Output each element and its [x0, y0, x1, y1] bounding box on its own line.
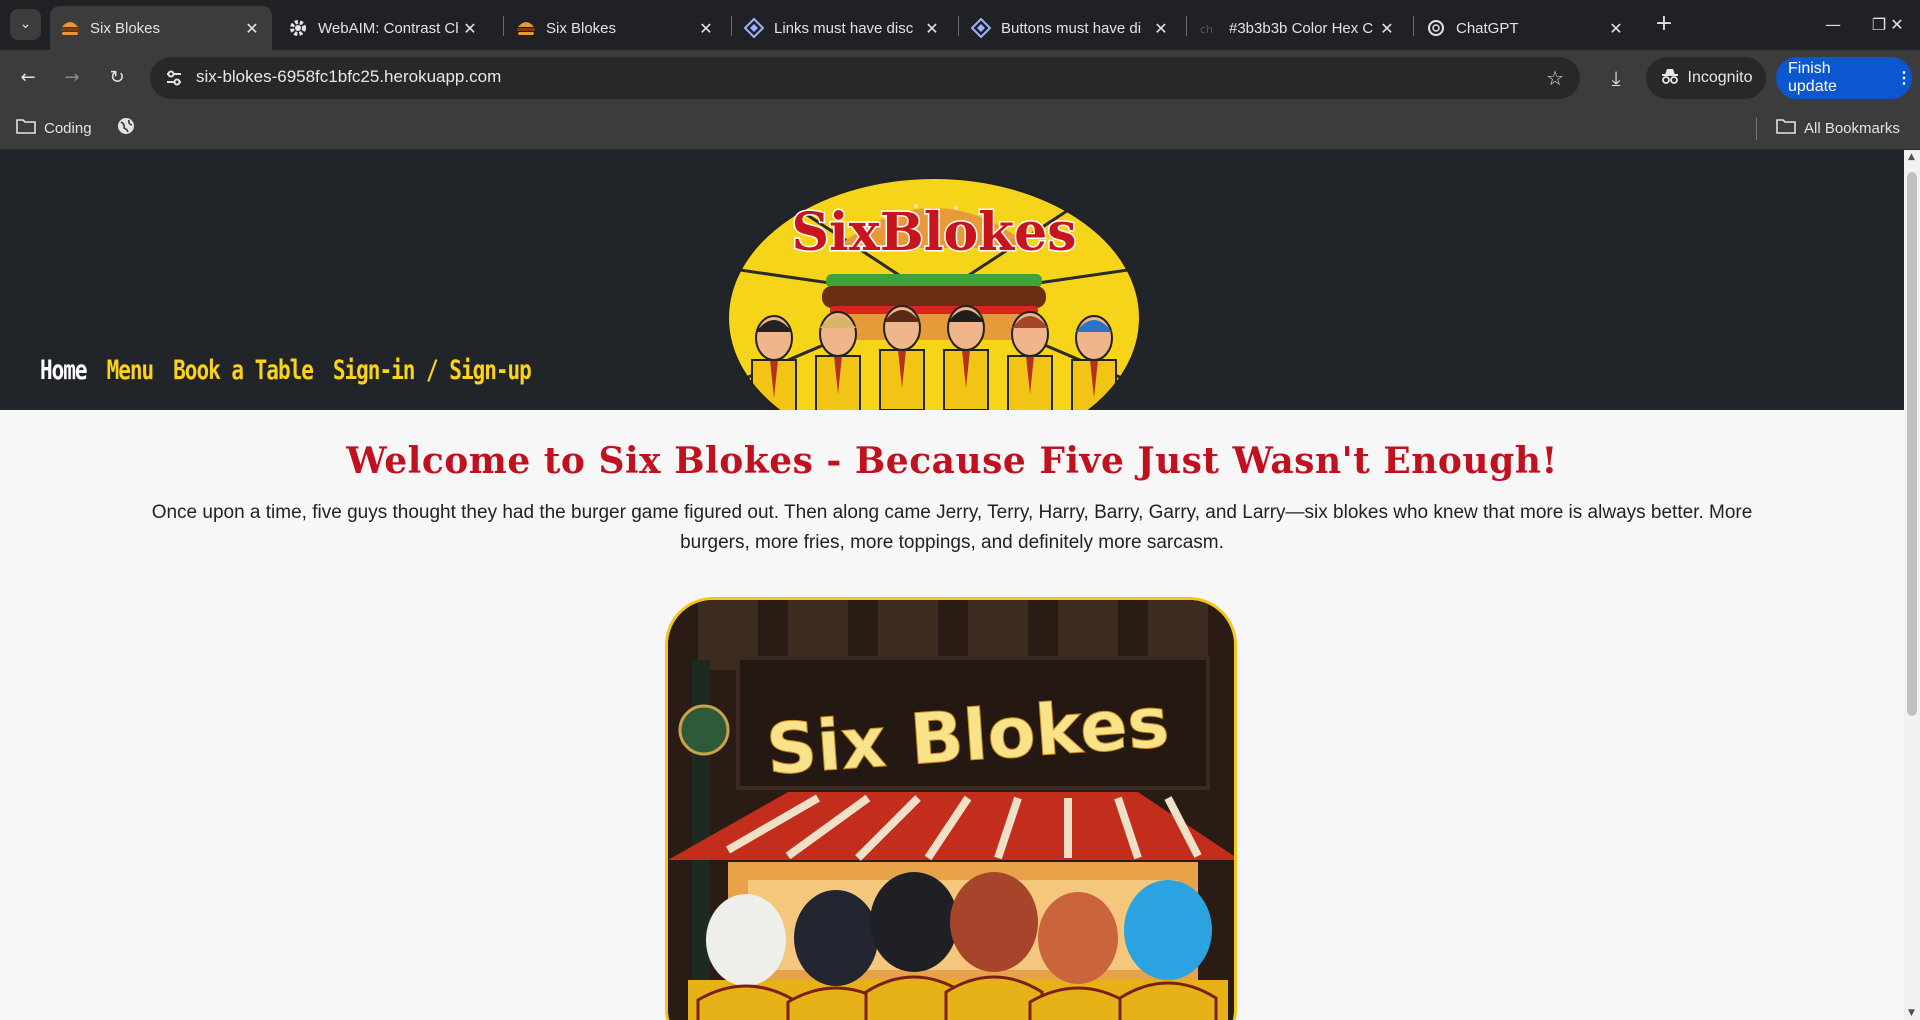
bookmark-star-icon[interactable]: ☆ [1546, 66, 1564, 90]
forward-button[interactable]: → [58, 64, 86, 92]
scrollbar-thumb[interactable] [1907, 172, 1917, 716]
burger-icon [60, 18, 80, 38]
incognito-icon [1660, 68, 1680, 89]
tab-six-blokes[interactable]: Six Blokes ✕ [506, 6, 726, 50]
reload-button[interactable]: ↻ [103, 64, 131, 92]
tab-separator [503, 16, 504, 36]
axe-diamond-icon [971, 18, 991, 38]
close-icon[interactable]: ✕ [920, 19, 944, 38]
gear-icon [288, 18, 308, 38]
site-info-icon[interactable] [164, 68, 184, 88]
colorhex-icon: ch [1199, 18, 1219, 38]
bookmarks-separator [1756, 118, 1757, 140]
nav-signin-link[interactable]: Sign-in / Sign-up [333, 355, 532, 385]
tab-title: Six Blokes [90, 19, 161, 37]
close-icon[interactable]: ✕ [240, 19, 264, 38]
globe-icon [116, 116, 136, 140]
download-icon[interactable]: ⤓ [1602, 64, 1630, 92]
tab-title: Buttons must have di [1001, 19, 1142, 37]
nav-book-table-link[interactable]: Book a Table [173, 355, 314, 385]
back-button[interactable]: ← [14, 64, 42, 92]
tab-color-hex[interactable]: ch #3b3b3b Color Hex C ✕ [1189, 6, 1407, 50]
axe-diamond-icon [744, 18, 764, 38]
all-bookmarks-label: All Bookmarks [1804, 119, 1900, 137]
close-window-button[interactable]: ✕ [1874, 8, 1920, 42]
url-text[interactable]: six-blokes-6958fc1bfc25.herokuapp.com [196, 67, 501, 87]
tab-buttons-must-have[interactable]: Buttons must have di ✕ [961, 6, 1181, 50]
main-nav: Home Menu Book a Table Sign-in / Sign-up [40, 355, 532, 385]
finish-update-label: Finish update [1788, 60, 1837, 95]
svg-text:ch: ch [1200, 23, 1213, 36]
tab-links-must-have[interactable]: Links must have disc ✕ [734, 6, 952, 50]
tab-chatgpt[interactable]: ChatGPT ✕ [1416, 6, 1636, 50]
hero-image: Six Blokes [665, 597, 1237, 1020]
tab-title: ChatGPT [1456, 19, 1519, 37]
bookmark-label: Coding [44, 119, 92, 137]
welcome-paragraph: Once upon a time, five guys thought they… [151, 502, 1753, 553]
site-logo[interactable]: SixBlokes [726, 178, 1142, 410]
finish-update-button[interactable]: Finish update ⋮ [1776, 57, 1912, 99]
tab-webaim[interactable]: WebAIM: Contrast Ch ✕ [278, 6, 490, 50]
tab-title: Six Blokes [546, 19, 617, 37]
page-title: Welcome to Six Blokes - Because Five Jus… [346, 440, 1558, 482]
tab-title: Links must have disc [774, 19, 914, 37]
all-bookmarks-button[interactable]: All Bookmarks [1776, 116, 1900, 140]
incognito-indicator[interactable]: Incognito [1646, 57, 1766, 99]
close-icon[interactable]: ✕ [458, 19, 482, 38]
close-icon[interactable]: ✕ [1375, 19, 1399, 38]
bookmarks-bar: Coding All Bookmarks [0, 106, 1920, 150]
openai-icon [1426, 18, 1446, 38]
tab-strip: ⌄ Six Blokes ✕ WebAIM: Contrast Ch ✕ Six… [0, 0, 1920, 50]
close-icon[interactable]: ✕ [694, 19, 718, 38]
tab-search-button[interactable]: ⌄ [10, 9, 41, 40]
tab-separator [1186, 16, 1187, 36]
page-viewport: Home Menu Book a Table Sign-in / Sign-up [0, 150, 1904, 1020]
burger-icon [516, 18, 536, 38]
new-tab-button[interactable]: + [1650, 10, 1678, 38]
nav-menu-link[interactable]: Menu [107, 355, 155, 385]
scroll-down-icon[interactable]: ▼ [1908, 1008, 1915, 1018]
logo-text: SixBlokes [791, 202, 1076, 263]
site-header: Home Menu Book a Table Sign-in / Sign-up [0, 150, 1904, 410]
bookmark-folder-coding[interactable]: Coding [16, 116, 92, 140]
folder-icon [1776, 118, 1796, 138]
tab-separator [1413, 16, 1414, 36]
page-scrollbar[interactable]: ▲ ▼ [1904, 150, 1920, 1020]
tab-title: WebAIM: Contrast Ch [318, 19, 458, 37]
scroll-up-icon[interactable]: ▲ [1908, 152, 1915, 162]
nav-home-link[interactable]: Home [40, 355, 88, 385]
tab-six-blokes-active[interactable]: Six Blokes ✕ [50, 6, 272, 50]
tab-title: #3b3b3b Color Hex C [1229, 19, 1374, 37]
close-icon[interactable]: ✕ [1604, 19, 1628, 38]
browser-toolbar: ← → ↻ six-blokes-6958fc1bfc25.herokuapp.… [0, 50, 1920, 106]
tab-separator [731, 16, 732, 36]
close-icon[interactable]: ✕ [1149, 19, 1173, 38]
bookmark-globe[interactable] [116, 116, 136, 140]
minimize-button[interactable]: — [1810, 8, 1856, 42]
address-bar[interactable]: six-blokes-6958fc1bfc25.herokuapp.com ☆ [150, 57, 1580, 99]
tab-separator [958, 16, 959, 36]
folder-icon [16, 118, 36, 138]
more-menu-icon[interactable]: ⋮ [1896, 68, 1912, 88]
incognito-label: Incognito [1687, 69, 1753, 86]
